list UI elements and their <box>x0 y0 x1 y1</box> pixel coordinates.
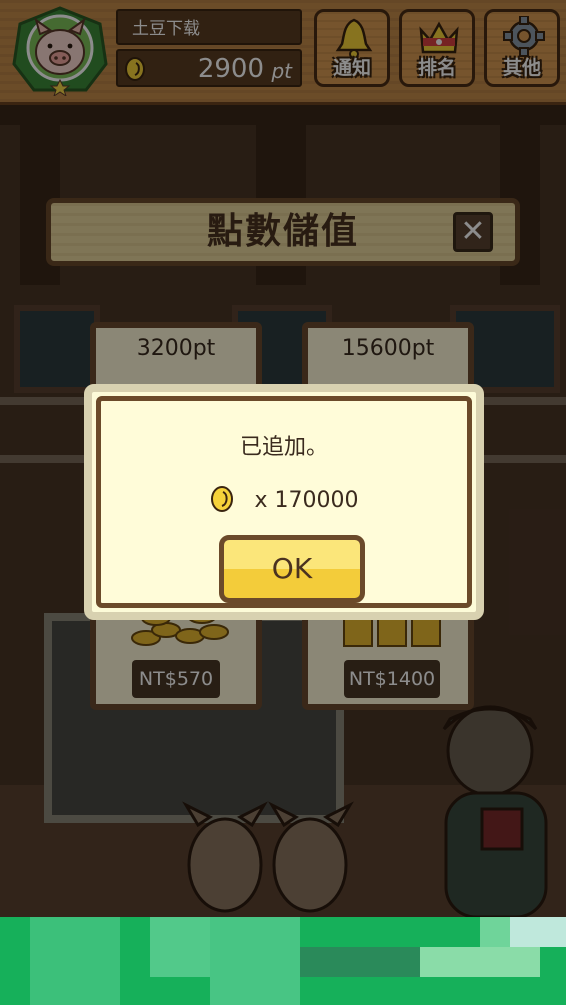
ad-pixel <box>300 947 420 977</box>
dialog-amount-row: x 170000 <box>101 485 467 513</box>
ok-button[interactable]: OK <box>219 535 365 603</box>
ad-pixel <box>420 947 540 977</box>
ad-banner[interactable] <box>0 917 566 1005</box>
ad-pixel <box>30 917 120 1005</box>
ad-pixel <box>210 917 300 1005</box>
purchase-complete-dialog: 已追加。 x 170000 OK <box>84 384 484 620</box>
ad-pixel <box>480 917 510 947</box>
dialog-amount: x 170000 <box>254 488 359 513</box>
ad-pixel <box>510 917 566 947</box>
coin-icon <box>210 486 233 512</box>
dialog-message: 已追加。 <box>239 435 328 460</box>
ad-pixel <box>150 917 210 977</box>
dialog-body: 已追加。 x 170000 OK <box>96 396 472 608</box>
